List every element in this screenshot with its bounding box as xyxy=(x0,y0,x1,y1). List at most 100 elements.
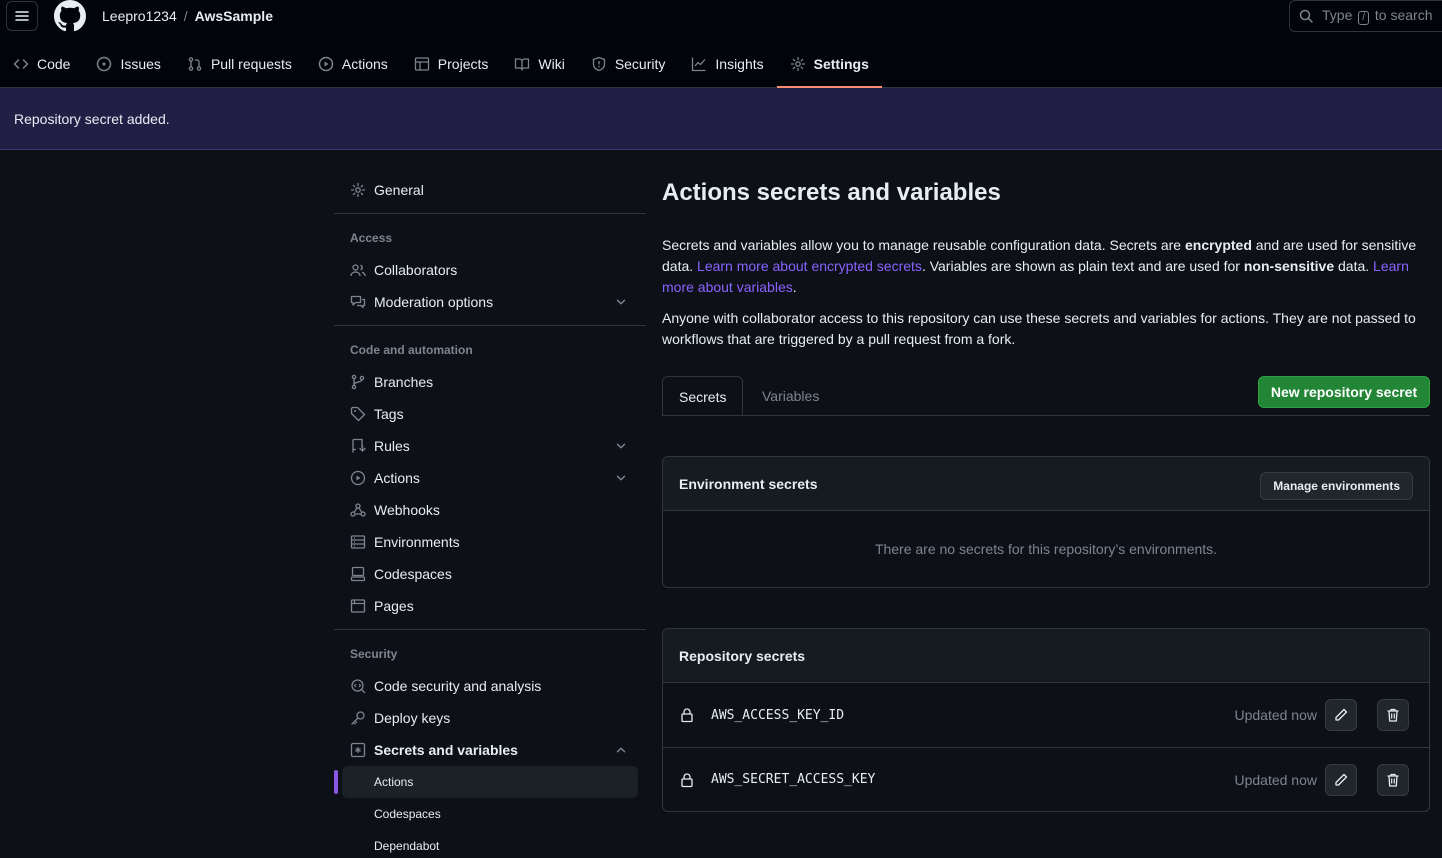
sidebar-item-deploy-keys[interactable]: Deploy keys xyxy=(342,702,638,734)
repo-nav: Code Issues Pull requests Actions Projec… xyxy=(0,48,883,88)
tab-actions[interactable]: Actions xyxy=(305,48,401,80)
tab-code-label: Code xyxy=(37,56,71,72)
sidebar-item-label: Webhooks xyxy=(374,502,440,518)
pencil-icon xyxy=(1335,708,1348,721)
lock-icon xyxy=(681,708,693,723)
play-circle-icon xyxy=(350,470,366,486)
sidebar-divider xyxy=(334,629,646,630)
sidebar-item-rules[interactable]: Rules xyxy=(342,430,638,462)
tab-security[interactable]: Security xyxy=(578,48,679,80)
trash-icon xyxy=(1387,773,1399,787)
repository-secrets-header: Repository secrets xyxy=(663,629,1429,683)
delete-secret-button[interactable] xyxy=(1377,699,1409,731)
graph-icon xyxy=(692,57,706,72)
webhook-icon xyxy=(350,503,366,517)
secret-updated: Updated now xyxy=(1234,707,1317,723)
breadcrumb-separator: / xyxy=(183,8,188,24)
sidebar-heading-access: Access xyxy=(350,231,393,245)
tab-pull-requests-label: Pull requests xyxy=(210,56,292,72)
sidebar-heading-security: Security xyxy=(350,647,398,661)
environment-secrets-box: Environment secrets Manage environments … xyxy=(662,456,1430,588)
sidebar-item-label: Code security and analysis xyxy=(374,678,542,694)
trash-icon xyxy=(1387,708,1399,722)
environment-secrets-title: Environment secrets xyxy=(679,475,818,492)
sidebar-item-label: General xyxy=(374,182,424,198)
tab-code[interactable]: Code xyxy=(0,48,83,80)
tab-variables[interactable]: Variables xyxy=(746,376,835,416)
sidebar-item-environments[interactable]: Environments xyxy=(342,526,638,558)
repo-push-icon xyxy=(352,438,366,453)
sidebar-item-label: Collaborators xyxy=(374,262,458,278)
sidebar-item-collaborators[interactable]: Collaborators xyxy=(342,254,638,286)
desc-text: . xyxy=(792,279,797,295)
edit-secret-button[interactable] xyxy=(1325,699,1357,731)
sidebar-subitem-dependabot[interactable]: Dependabot xyxy=(342,830,638,858)
sidebar-item-label: Pages xyxy=(374,598,414,614)
tab-insights-label: Insights xyxy=(715,56,764,72)
sidebar-item-label: Secrets and variables xyxy=(374,742,518,758)
learn-encrypted-secrets-link[interactable]: Learn more about encrypted secrets xyxy=(697,258,922,274)
sidebar-item-moderation[interactable]: Moderation options xyxy=(342,286,638,318)
sidebar-item-webhooks[interactable]: Webhooks xyxy=(342,494,638,526)
hamburger-menu-button[interactable] xyxy=(6,1,38,31)
search-placeholder-before: Type xyxy=(1322,7,1353,23)
repository-secrets-box: Repository secrets AWS_ACCESS_KEY_ID Upd… xyxy=(662,628,1430,812)
sidebar-item-label: Environments xyxy=(374,534,460,550)
tab-projects-label: Projects xyxy=(437,56,489,72)
environment-secrets-empty: There are no secrets for this repository… xyxy=(874,541,1218,557)
delete-secret-button[interactable] xyxy=(1377,764,1409,796)
sidebar-item-tags[interactable]: Tags xyxy=(342,398,638,430)
sidebar-item-label: Actions xyxy=(374,470,420,486)
edit-secret-button[interactable] xyxy=(1325,764,1357,796)
sidebar-item-code-security[interactable]: Code security and analysis xyxy=(342,670,638,702)
manage-environments-button[interactable]: Manage environments xyxy=(1260,472,1413,500)
sidebar-item-branches[interactable]: Branches xyxy=(342,366,638,398)
flash-banner: Repository secret added. xyxy=(0,88,1442,150)
sidebar-item-actions[interactable]: Actions xyxy=(342,462,638,494)
shield-icon xyxy=(592,56,605,72)
secret-row: AWS_SECRET_ACCESS_KEY Updated now xyxy=(663,747,1429,811)
tab-actions-label: Actions xyxy=(341,56,388,72)
tab-issues-label: Issues xyxy=(120,56,161,72)
active-indicator xyxy=(334,770,338,794)
lock-icon xyxy=(681,772,693,787)
github-logo-icon[interactable] xyxy=(54,0,86,32)
sidebar-item-label: Branches xyxy=(374,374,434,390)
search-input[interactable]: Type / to search xyxy=(1289,0,1442,32)
sidebar-item-label: Tags xyxy=(374,406,404,422)
table-icon xyxy=(414,57,429,71)
sidebar-item-secrets-variables[interactable]: Secrets and variables xyxy=(342,734,638,766)
hamburger-icon xyxy=(15,11,29,21)
secret-name: AWS_ACCESS_KEY_ID xyxy=(711,707,845,723)
tab-settings-label: Settings xyxy=(813,56,869,72)
tab-projects[interactable]: Projects xyxy=(401,48,502,80)
git-branch-icon xyxy=(351,374,365,390)
sidebar-subitem-codespaces[interactable]: Codespaces xyxy=(342,798,638,830)
sidebar-item-codespaces[interactable]: Codespaces xyxy=(342,558,638,590)
tab-issues[interactable]: Issues xyxy=(83,48,173,80)
top-bar: Leepro1234 / AwsSample Type / to search … xyxy=(0,0,1442,88)
comment-discussion-icon xyxy=(350,295,366,309)
sidebar-item-label: Codespaces xyxy=(374,566,452,582)
owner-link[interactable]: Leepro1234 xyxy=(102,8,177,24)
tab-security-label: Security xyxy=(614,56,666,72)
key-asterisk-icon xyxy=(350,742,366,758)
desc-text: . Variables are shown as plain text and … xyxy=(921,258,1244,274)
chevron-down-icon xyxy=(616,299,626,305)
collaborator-note: Anyone with collaborator access to this … xyxy=(662,310,1416,347)
new-repository-secret-button[interactable]: New repository secret xyxy=(1258,376,1430,408)
desc-text: data. xyxy=(1334,258,1374,274)
sidebar-item-general[interactable]: General xyxy=(342,174,638,206)
sidebar-item-pages[interactable]: Pages xyxy=(342,590,638,622)
tab-pull-requests[interactable]: Pull requests xyxy=(174,48,305,80)
gear-icon xyxy=(790,56,805,72)
tab-secrets[interactable]: Secrets xyxy=(662,376,744,417)
play-circle-icon xyxy=(318,56,334,72)
environment-secrets-header: Environment secrets Manage environments xyxy=(663,457,1429,511)
repo-link[interactable]: AwsSample xyxy=(195,8,273,24)
description-paragraph: Secrets and variables allow you to manag… xyxy=(662,235,1430,298)
tab-insights[interactable]: Insights xyxy=(678,48,776,80)
sidebar-subitem-actions[interactable]: Actions xyxy=(342,766,638,798)
tab-wiki[interactable]: Wiki xyxy=(501,48,577,80)
tab-settings[interactable]: Settings xyxy=(776,48,883,88)
